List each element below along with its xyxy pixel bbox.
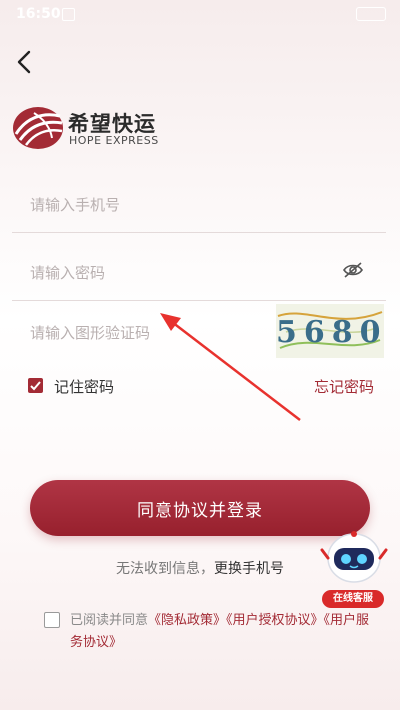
captcha-input[interactable] <box>28 318 312 348</box>
agreement-text: 已阅读并同意《隐私政策》《用户授权协议》《用户服务协议》 <box>70 610 370 654</box>
eye-closed-icon <box>343 262 363 278</box>
logo-english-name: HOPE EXPRESS <box>69 134 159 147</box>
online-support-label: 在线客服 <box>322 590 384 608</box>
status-time: 16:50 <box>16 6 61 22</box>
captcha-field: 5680 <box>12 300 386 360</box>
status-bar: 16:50 <box>0 0 400 28</box>
robot-icon <box>320 531 388 583</box>
chevron-left-icon <box>17 50 31 74</box>
agreement-prefix: 已阅读并同意 <box>70 613 149 628</box>
login-button[interactable]: 同意协议并登录 <box>30 480 370 536</box>
online-support-button[interactable]: 在线客服 <box>320 528 388 610</box>
password-field <box>12 240 386 301</box>
hope-express-logo-icon <box>13 107 63 149</box>
remember-password-checkbox[interactable] <box>28 378 43 393</box>
privacy-policy-link[interactable]: 《隐私政策》 <box>148 613 226 628</box>
user-authorization-link[interactable]: 《用户授权协议》 <box>226 613 324 628</box>
toggle-password-visibility-button[interactable] <box>342 260 364 280</box>
change-phone-link[interactable]: 更换手机号 <box>214 561 284 577</box>
no-sms-text: 无法收到信息， <box>116 561 214 577</box>
notification-icon <box>62 8 75 21</box>
remember-password-label: 记住密码 <box>54 378 115 396</box>
password-input[interactable] <box>28 258 312 288</box>
phone-input[interactable] <box>28 190 312 220</box>
captcha-code: 5680 <box>276 315 384 350</box>
captcha-image[interactable]: 5680 <box>276 304 384 358</box>
check-icon <box>30 381 41 391</box>
agreement-checkbox[interactable] <box>44 612 60 628</box>
forgot-password-link[interactable]: 忘记密码 <box>314 376 374 397</box>
phone-field <box>12 172 386 233</box>
app-logo: 希望快运 HOPE EXPRESS <box>12 104 172 152</box>
back-button[interactable] <box>12 48 40 76</box>
battery-icon <box>356 7 386 21</box>
